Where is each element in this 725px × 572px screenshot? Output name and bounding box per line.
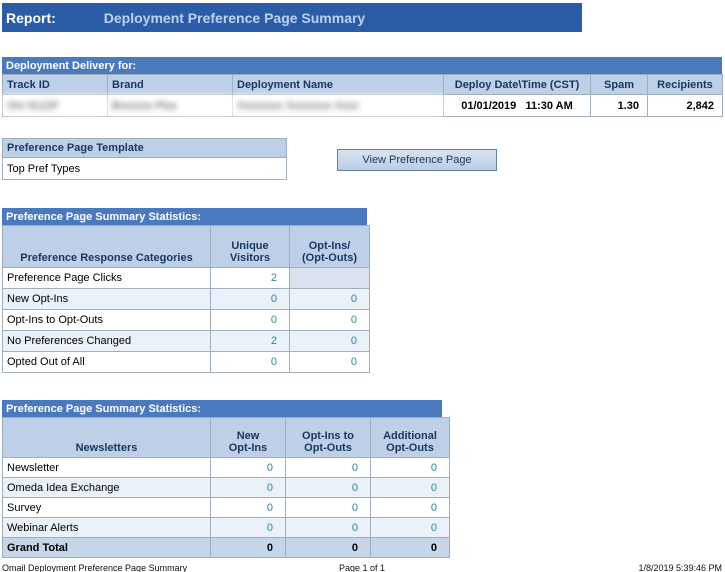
column-header-deployment-name: Deployment Name bbox=[233, 75, 444, 95]
optins-to-optouts-value: 0 bbox=[286, 538, 371, 558]
optins-to-optouts-value: 0 bbox=[286, 518, 371, 538]
preference-response-table: Preference Response Categories Unique Vi… bbox=[2, 225, 370, 373]
optins-to-optouts-value: 0 bbox=[286, 478, 371, 498]
page-title: Deployment Preference Page Summary bbox=[104, 10, 365, 26]
table-row: Webinar Alerts 0 0 0 bbox=[3, 518, 450, 538]
unique-visitors-value: 0 bbox=[211, 289, 290, 310]
preference-summary-stats-section-1: Preference Page Summary Statistics: Pref… bbox=[2, 208, 725, 373]
grand-total-row: Grand Total 0 0 0 bbox=[3, 538, 450, 558]
row-label: Opt-Ins to Opt-Outs bbox=[3, 310, 211, 331]
additional-optouts-value: 0 bbox=[371, 518, 450, 538]
unique-visitors-value: 0 bbox=[211, 310, 290, 331]
column-header-recipients: Recipients bbox=[648, 75, 723, 95]
footer-timestamp: 1/8/2019 5:39:46 PM bbox=[638, 563, 722, 572]
column-header-new-optins: New Opt-Ins bbox=[211, 418, 286, 458]
column-header-optins-optouts: Opt-Ins/ (Opt-Outs) bbox=[290, 226, 370, 268]
template-name-value: Top Pref Types bbox=[2, 158, 287, 180]
delivery-data-row: Om 9122F Bxxxxxx Plus Xxxxxxxx Xxxxxxxx … bbox=[3, 95, 723, 117]
row-label: Omeda Idea Exchange bbox=[3, 478, 211, 498]
column-header-newsletters: Newsletters bbox=[3, 418, 211, 458]
unique-visitors-value: 0 bbox=[211, 352, 290, 373]
report-label: Report: bbox=[2, 10, 56, 26]
row-label: New Opt-Ins bbox=[3, 289, 211, 310]
unique-visitors-value: 2 bbox=[211, 331, 290, 352]
delivery-section-header: Deployment Delivery for: bbox=[2, 57, 722, 74]
table-row: Survey 0 0 0 bbox=[3, 498, 450, 518]
column-header-spam: Spam bbox=[591, 75, 648, 95]
deploy-datetime-value: 01/01/2019 11:30 AM bbox=[444, 95, 591, 117]
stats2-header-row: Newsletters New Opt-Ins Opt-Ins to Opt-O… bbox=[3, 418, 450, 458]
row-label: Preference Page Clicks bbox=[3, 268, 211, 289]
view-preference-page-button[interactable]: View Preference Page bbox=[337, 149, 497, 171]
page-footer: Omail Deployment Preference Page Summary… bbox=[2, 563, 722, 572]
table-row: Opt-Ins to Opt-Outs 0 0 bbox=[3, 310, 370, 331]
row-label: No Preferences Changed bbox=[3, 331, 211, 352]
stats1-header-row: Preference Response Categories Unique Vi… bbox=[3, 226, 370, 268]
optins-value bbox=[290, 268, 370, 289]
column-header-track-id: Track ID bbox=[3, 75, 108, 95]
additional-optouts-value: 0 bbox=[371, 478, 450, 498]
row-label: Newsletter bbox=[3, 458, 211, 478]
brand-value-redacted: Bxxxxxx Plus bbox=[108, 95, 233, 117]
additional-optouts-value: 0 bbox=[371, 538, 450, 558]
new-optins-value: 0 bbox=[211, 518, 286, 538]
unique-visitors-value: 2 bbox=[211, 268, 290, 289]
table-row: Opted Out of All 0 0 bbox=[3, 352, 370, 373]
column-header-unique-visitors: Unique Visitors bbox=[211, 226, 290, 268]
delivery-header-row: Track ID Brand Deployment Name Deploy Da… bbox=[3, 75, 723, 95]
track-id-value-redacted: Om 9122F bbox=[3, 95, 108, 117]
footer-report-name: Omail Deployment Preference Page Summary bbox=[2, 563, 187, 572]
new-optins-value: 0 bbox=[211, 458, 286, 478]
spam-value: 1.30 bbox=[591, 95, 648, 117]
table-row: Preference Page Clicks 2 bbox=[3, 268, 370, 289]
optins-value: 0 bbox=[290, 310, 370, 331]
row-label: Opted Out of All bbox=[3, 352, 211, 373]
row-label: Survey bbox=[3, 498, 211, 518]
optins-value: 0 bbox=[290, 352, 370, 373]
report-title-bar: Report: Deployment Preference Page Summa… bbox=[2, 3, 582, 32]
optins-value: 0 bbox=[290, 289, 370, 310]
new-optins-value: 0 bbox=[211, 478, 286, 498]
column-header-brand: Brand bbox=[108, 75, 233, 95]
stats2-section-header: Preference Page Summary Statistics: bbox=[2, 400, 442, 417]
delivery-table: Track ID Brand Deployment Name Deploy Da… bbox=[2, 74, 723, 117]
newsletters-table: Newsletters New Opt-Ins Opt-Ins to Opt-O… bbox=[2, 417, 450, 558]
column-header-deploy-datetime: Deploy Date\Time (CST) bbox=[444, 75, 591, 95]
column-header-response-categories: Preference Response Categories bbox=[3, 226, 211, 268]
additional-optouts-value: 0 bbox=[371, 498, 450, 518]
optins-value: 0 bbox=[290, 331, 370, 352]
additional-optouts-value: 0 bbox=[371, 458, 450, 478]
deployment-delivery-section: Deployment Delivery for: Track ID Brand … bbox=[2, 57, 725, 117]
optins-to-optouts-value: 0 bbox=[286, 498, 371, 518]
recipients-value: 2,842 bbox=[648, 95, 723, 117]
row-label: Grand Total bbox=[3, 538, 211, 558]
table-row: New Opt-Ins 0 0 bbox=[3, 289, 370, 310]
column-header-optins-to-optouts: Opt-Ins to Opt-Outs bbox=[286, 418, 371, 458]
preference-summary-stats-section-2: Preference Page Summary Statistics: News… bbox=[2, 400, 725, 558]
new-optins-value: 0 bbox=[211, 538, 286, 558]
column-header-additional-optouts: Additional Opt-Outs bbox=[371, 418, 450, 458]
template-box-header: Preference Page Template bbox=[2, 138, 287, 158]
deployment-name-value-redacted: Xxxxxxxx Xxxxxxxx Xxxx bbox=[233, 95, 444, 117]
table-row: Newsletter 0 0 0 bbox=[3, 458, 450, 478]
stats1-section-header: Preference Page Summary Statistics: bbox=[2, 208, 367, 225]
table-row: No Preferences Changed 2 0 bbox=[3, 331, 370, 352]
table-row: Omeda Idea Exchange 0 0 0 bbox=[3, 478, 450, 498]
optins-to-optouts-value: 0 bbox=[286, 458, 371, 478]
row-label: Webinar Alerts bbox=[3, 518, 211, 538]
preference-page-template-box: Preference Page Template Top Pref Types bbox=[2, 138, 287, 180]
footer-page-number: Page 1 of 1 bbox=[339, 563, 385, 572]
new-optins-value: 0 bbox=[211, 498, 286, 518]
